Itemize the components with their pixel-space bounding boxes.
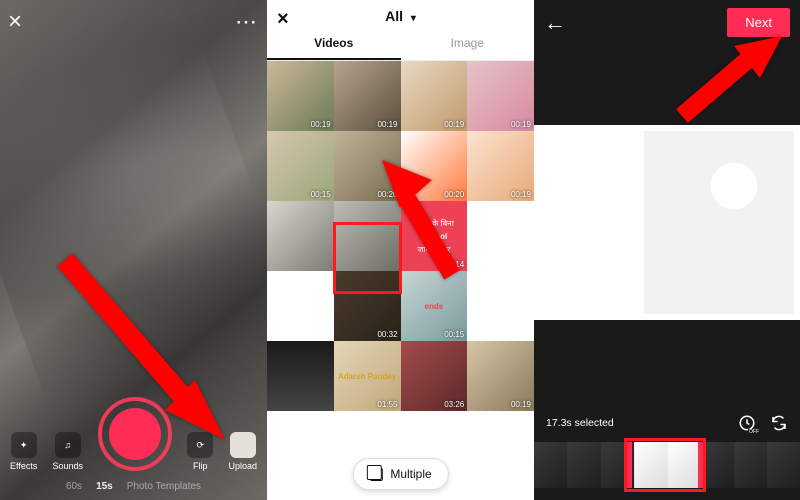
upload-label: Upload: [228, 461, 257, 471]
back-icon[interactable]: ←: [544, 10, 566, 36]
gallery-item[interactable]: [467, 201, 534, 271]
play-icon: [542, 211, 560, 235]
trim-tools: OFF: [738, 414, 788, 432]
timeline-frame: [534, 442, 567, 488]
timeline-frame: [767, 442, 800, 488]
arrow-annotation: [672, 36, 782, 131]
gallery-item[interactable]: [467, 271, 534, 341]
gallery-title: All: [385, 8, 403, 24]
preview-image: [644, 131, 794, 314]
timeline-frame: [567, 442, 600, 488]
gallery-item[interactable]: [267, 341, 334, 411]
multiple-icon: [369, 468, 382, 481]
upload-thumb-icon: [230, 432, 256, 458]
close-icon[interactable]: ×: [277, 8, 289, 31]
camera-mode-row: 60s 15s Photo Templates: [0, 477, 267, 492]
arrow-annotation: [382, 160, 462, 285]
tab-videos[interactable]: Videos: [267, 28, 401, 60]
gallery-item[interactable]: 03:26: [401, 341, 468, 411]
speed-icon[interactable]: OFF: [738, 414, 756, 432]
arrow-annotation: [55, 250, 225, 445]
mode-60s[interactable]: 60s: [66, 481, 82, 492]
multiple-button[interactable]: Multiple: [352, 458, 448, 490]
gallery-item[interactable]: 00:19: [467, 131, 534, 201]
gallery-item[interactable]: 00:19: [467, 341, 534, 411]
video-preview[interactable]: [534, 125, 800, 320]
gallery-item[interactable]: 00:19: [467, 61, 534, 131]
more-icon[interactable]: ⋯: [235, 8, 259, 36]
timeline-frame: [734, 442, 767, 488]
camera-topbar: × ⋯: [8, 8, 259, 36]
panel-gallery: × All ▾ Videos Image 00:19 00:19 00:19 0…: [267, 0, 534, 500]
upload-button[interactable]: Upload: [228, 432, 257, 471]
gallery-item[interactable]: [267, 201, 334, 271]
flip-label: Flip: [193, 461, 208, 471]
gallery-item[interactable]: 00:19: [401, 61, 468, 131]
effects-label: Effects: [10, 461, 37, 471]
rotate-icon[interactable]: [770, 414, 788, 432]
gallery-title-dropdown[interactable]: All ▾: [385, 8, 416, 24]
gallery-item[interactable]: Adarsh Pandey01:55: [334, 341, 401, 411]
effects-button[interactable]: ✦ Effects: [10, 432, 37, 471]
multiple-label: Multiple: [390, 467, 431, 481]
sounds-label: Sounds: [53, 461, 84, 471]
selected-duration: 17.3s selected: [546, 417, 614, 429]
effects-icon: ✦: [20, 440, 28, 451]
gallery-item[interactable]: 00:19: [267, 61, 334, 131]
gallery-tabs: Videos Image: [267, 28, 534, 61]
mode-15s[interactable]: 15s: [96, 481, 113, 492]
close-icon[interactable]: ×: [8, 8, 22, 36]
tab-image[interactable]: Image: [401, 28, 535, 60]
trim-topbar: ← Next: [544, 8, 790, 37]
next-button[interactable]: Next: [727, 8, 790, 37]
panel-trim: ← Next 17.3s selected OFF: [534, 0, 800, 500]
chevron-down-icon: ▾: [411, 13, 416, 24]
gallery-header: × All ▾: [267, 0, 534, 28]
trim-info-row: 17.3s selected OFF: [546, 414, 788, 432]
gallery-item[interactable]: [267, 271, 334, 341]
selection-highlight: [624, 438, 706, 492]
gallery-item[interactable]: 00:15: [267, 131, 334, 201]
mode-photo-templates[interactable]: Photo Templates: [127, 481, 201, 492]
gallery-item[interactable]: 00:19: [334, 61, 401, 131]
panel-camera: × ⋯ ✦ Effects ♫ Sounds ⟳ Flip: [0, 0, 267, 500]
